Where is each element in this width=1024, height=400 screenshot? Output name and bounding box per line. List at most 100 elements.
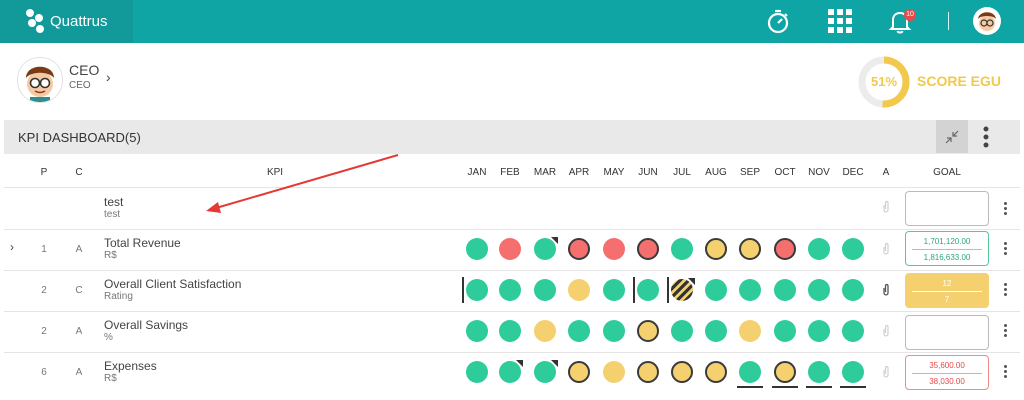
status-dot[interactable] — [739, 361, 761, 383]
status-dot[interactable] — [499, 279, 521, 301]
status-dot[interactable] — [774, 238, 796, 260]
kpi-unit: Rating — [104, 291, 133, 302]
attachment-icon[interactable] — [881, 283, 891, 297]
row-menu-icon[interactable] — [1002, 202, 1008, 218]
status-dot[interactable] — [705, 320, 727, 342]
chevron-right-icon[interactable]: › — [106, 69, 111, 85]
divider — [4, 352, 1020, 353]
status-dot[interactable] — [603, 320, 625, 342]
status-dot[interactable] — [739, 279, 761, 301]
status-dot[interactable] — [637, 279, 659, 301]
status-dot[interactable] — [499, 238, 521, 260]
more-vert-icon[interactable] — [978, 124, 994, 150]
row-menu-icon[interactable] — [1002, 242, 1008, 258]
status-dot[interactable] — [534, 320, 556, 342]
app-name: Quattrus — [50, 13, 108, 30]
goal-input[interactable] — [905, 191, 989, 226]
divider — [4, 229, 1020, 230]
goal-input[interactable] — [905, 315, 989, 350]
status-dot[interactable] — [499, 320, 521, 342]
goal-box[interactable]: 35,600.00 38,030.00 — [905, 355, 989, 390]
goal-value: 35,600.00 — [929, 361, 965, 370]
status-dot[interactable] — [534, 279, 556, 301]
attachment-icon[interactable] — [881, 365, 891, 379]
goal-value: 1,701,120.00 — [923, 237, 971, 246]
collapse-button[interactable] — [936, 120, 968, 153]
status-dot[interactable] — [842, 320, 864, 342]
status-dot[interactable] — [739, 320, 761, 342]
goal-box[interactable]: 1,701,120.00 1,816,633.00 — [905, 231, 989, 266]
status-dot[interactable] — [568, 279, 590, 301]
logo[interactable]: Quattrus — [0, 0, 133, 43]
status-dot[interactable] — [671, 238, 693, 260]
user-avatar[interactable] — [17, 57, 63, 103]
kpi-name: Expenses — [104, 359, 157, 373]
period-marker — [633, 277, 635, 303]
status-dot[interactable] — [466, 320, 488, 342]
status-dot[interactable] — [808, 361, 830, 383]
status-dot[interactable] — [603, 279, 625, 301]
row-menu-icon[interactable] — [1002, 365, 1008, 381]
status-dot[interactable] — [842, 279, 864, 301]
comment-marker — [551, 360, 558, 367]
comment-marker — [516, 360, 523, 367]
status-dot[interactable] — [842, 361, 864, 383]
user-name: CEO — [69, 62, 100, 78]
goal-box[interactable]: 12 7 — [905, 273, 989, 308]
score-label: SCORE EGU — [917, 73, 1002, 89]
attachment-icon[interactable] — [881, 200, 891, 214]
col-header-month: NOV — [808, 167, 830, 178]
status-dot[interactable] — [842, 238, 864, 260]
status-dot[interactable] — [466, 279, 488, 301]
row-menu-icon[interactable] — [1002, 324, 1008, 340]
status-dot[interactable] — [568, 361, 590, 383]
row-p: 2 — [41, 326, 47, 337]
stopwatch-icon[interactable] — [764, 7, 792, 35]
status-dot[interactable] — [466, 361, 488, 383]
col-header-month: JAN — [467, 167, 487, 178]
col-header-month: JUN — [638, 167, 658, 178]
status-dot[interactable] — [466, 238, 488, 260]
col-header-month: AUG — [705, 167, 727, 178]
status-dot[interactable] — [671, 320, 693, 342]
status-dot[interactable] — [603, 361, 625, 383]
dashboard-title: KPI DASHBOARD(5) — [18, 130, 141, 145]
status-dot[interactable] — [808, 279, 830, 301]
status-dot[interactable] — [671, 361, 693, 383]
status-underline — [806, 386, 832, 388]
status-dot[interactable] — [603, 238, 625, 260]
col-header-month: FEB — [500, 167, 520, 178]
attachment-icon[interactable] — [881, 242, 891, 256]
row-menu-icon[interactable] — [1002, 283, 1008, 299]
kpi-name: Overall Client Satisfaction — [104, 277, 242, 291]
goal-separator — [912, 249, 982, 250]
status-dot[interactable] — [705, 238, 727, 260]
topbar-avatar[interactable] — [973, 7, 1001, 35]
divider — [4, 187, 1020, 188]
status-dot[interactable] — [808, 320, 830, 342]
status-dot[interactable] — [705, 361, 727, 383]
status-dot[interactable] — [774, 279, 796, 301]
attachment-icon[interactable] — [881, 324, 891, 338]
goal-separator — [912, 291, 982, 292]
status-dot[interactable] — [637, 320, 659, 342]
col-header-month: MAR — [533, 167, 557, 178]
divider — [4, 311, 1020, 312]
status-dot[interactable] — [568, 320, 590, 342]
status-dot[interactable] — [774, 320, 796, 342]
col-header-p: P — [40, 167, 48, 178]
status-dot[interactable] — [774, 361, 796, 383]
expand-row-icon[interactable]: › — [10, 240, 14, 254]
status-dot[interactable] — [739, 238, 761, 260]
status-dot[interactable] — [637, 238, 659, 260]
apps-grid-icon[interactable] — [826, 7, 854, 35]
status-dot[interactable] — [705, 279, 727, 301]
status-dot[interactable] — [568, 238, 590, 260]
row-p: 1 — [41, 244, 47, 255]
collapse-icon — [945, 130, 959, 144]
goal-value: 12 — [942, 279, 952, 288]
row-p: 6 — [41, 367, 47, 378]
status-dot[interactable] — [637, 361, 659, 383]
status-dot[interactable] — [808, 238, 830, 260]
row-c: A — [75, 326, 83, 337]
